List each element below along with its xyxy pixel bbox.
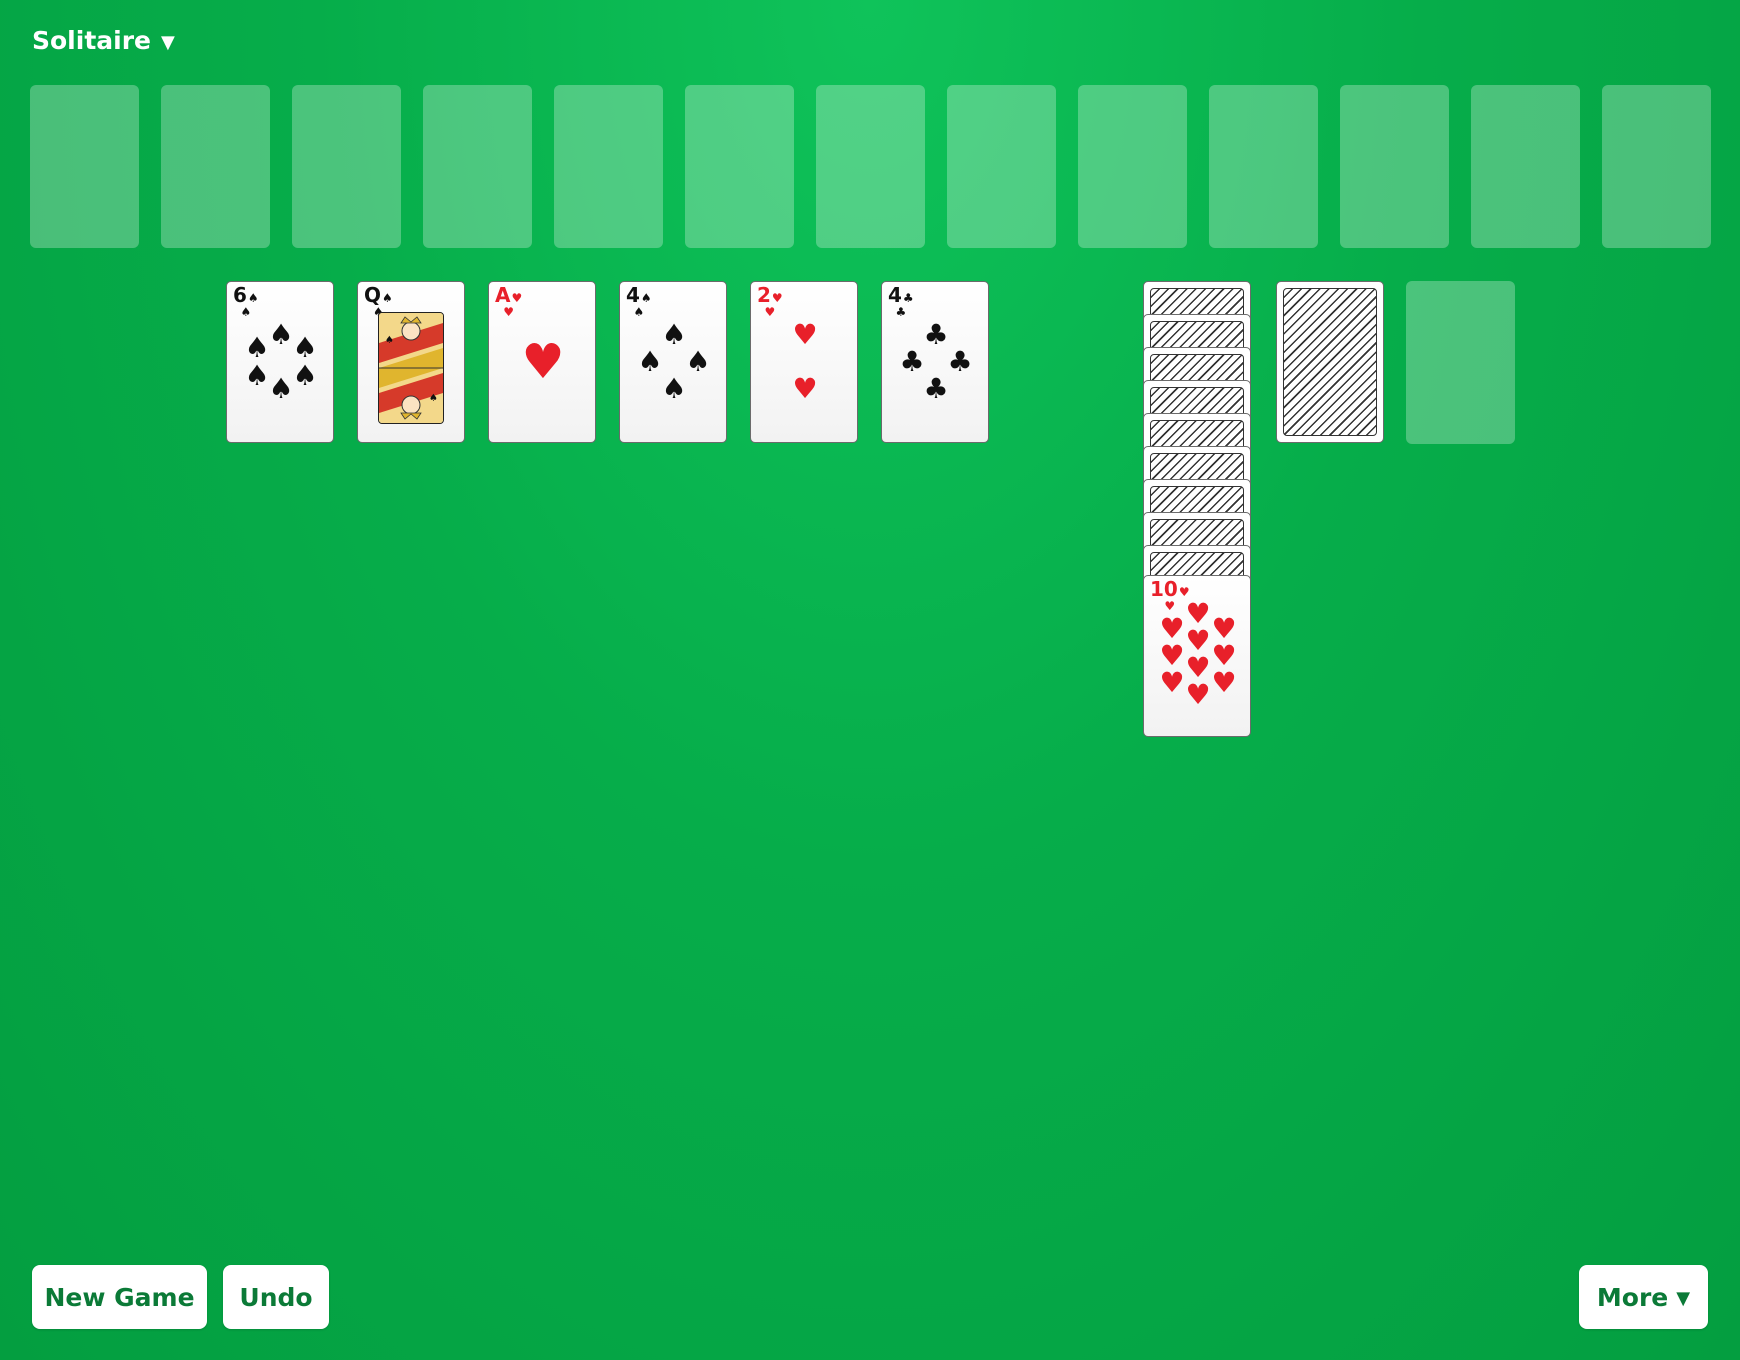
foundation-slot[interactable] [292, 85, 401, 248]
new-game-button[interactable]: New Game [32, 1265, 207, 1329]
spades-pip-icon: ♠ [268, 318, 294, 351]
foundation-slot[interactable] [423, 85, 532, 248]
foundation-slot[interactable] [1078, 85, 1187, 248]
clubs-pip-icon: ♣ [947, 345, 973, 378]
spades-pip-icon: ♠ [292, 331, 318, 364]
clubs-pip-icon: ♣ [899, 345, 925, 378]
caret-down-icon: ▼ [1676, 1288, 1691, 1309]
hearts-icon: ♥ [511, 291, 523, 305]
spades-pip-icon: ♠ [268, 372, 294, 405]
undo-label: Undo [239, 1282, 313, 1312]
hearts-icon: ♥ [503, 305, 514, 319]
spades-icon: ♠ [247, 291, 259, 305]
spades-pip-icon: ♠ [685, 345, 711, 378]
card-corner-index: 6 ♠ ♠ [233, 285, 259, 318]
card-rank: 4 [888, 283, 902, 307]
hearts-pip-icon: ♥ [1211, 666, 1237, 699]
spades-icon: ♠ [633, 305, 645, 319]
foundation-slot[interactable] [161, 85, 270, 248]
card-corner-index: 10 ♥ ♥ [1150, 579, 1190, 612]
spades-icon: ♠ [382, 291, 393, 305]
svg-text:♠: ♠ [429, 393, 438, 404]
clubs-icon: ♣ [895, 305, 907, 319]
foundation-slot[interactable] [816, 85, 925, 248]
card-corner-index: A ♥ ♥ [495, 285, 522, 318]
spades-pip-icon: ♠ [637, 345, 663, 378]
hearts-pip-icon: ♥ [1185, 678, 1211, 711]
foundation-slot[interactable] [30, 85, 139, 248]
card-corner-index: 2 ♥ ♥ [757, 285, 783, 318]
foundation-slot[interactable] [1602, 85, 1711, 248]
spades-icon: ♠ [640, 291, 652, 305]
foundation-slot[interactable] [554, 85, 663, 248]
card-rank: 10 [1150, 577, 1178, 601]
card-a-of-hearts[interactable]: A ♥ ♥ ♥ [488, 281, 596, 443]
foundation-slot[interactable] [685, 85, 794, 248]
card-2-of-hearts[interactable]: 2 ♥ ♥ ♥ ♥ [750, 281, 858, 443]
foundation-slot[interactable] [947, 85, 1056, 248]
foundation-slot[interactable] [1471, 85, 1580, 248]
spades-pip-icon: ♠ [244, 331, 270, 364]
card-4-of-spades[interactable]: 4 ♠ ♠ ♠ ♠ ♠ ♠ [619, 281, 727, 443]
card-rank: A [495, 283, 511, 307]
card-q-of-spades[interactable]: Q♠♠♠♠ [357, 281, 465, 443]
foundation-slot[interactable] [1209, 85, 1318, 248]
card-corner-index: 4 ♠ ♠ [626, 285, 652, 318]
stock-pile[interactable] [1276, 281, 1384, 443]
waste-slot[interactable] [1406, 281, 1515, 444]
card-10-of-hearts-pile-top[interactable]: 10 ♥ ♥ ♥ ♥ ♥ ♥ ♥ ♥ ♥ ♥ ♥ ♥ [1143, 575, 1251, 737]
more-button[interactable]: More ▼ [1579, 1265, 1708, 1329]
svg-text:♠: ♠ [385, 335, 394, 346]
spades-pip-icon: ♠ [661, 318, 687, 351]
spades-pip-icon: ♠ [292, 359, 318, 392]
clubs-icon: ♣ [902, 291, 914, 305]
caret-down-icon: ▼ [161, 32, 175, 53]
card-rank: 2 [757, 283, 771, 307]
card-rank: 6 [233, 283, 247, 307]
hearts-pip-icon: ♥ [521, 334, 565, 390]
card-rank: Q [364, 283, 382, 307]
spades-pip-icon: ♠ [661, 372, 687, 405]
clubs-pip-icon: ♣ [923, 318, 949, 351]
hearts-icon: ♥ [771, 291, 783, 305]
hearts-pip-icon: ♥ [792, 372, 818, 405]
new-game-label: New Game [44, 1282, 195, 1312]
hearts-icon: ♥ [1164, 599, 1176, 613]
card-corner-index: 4 ♣ ♣ [888, 285, 914, 318]
undo-button[interactable]: Undo [223, 1265, 329, 1329]
more-label: More [1596, 1282, 1669, 1312]
game-title: Solitaire [32, 26, 151, 55]
hearts-icon: ♥ [764, 305, 776, 319]
clubs-pip-icon: ♣ [923, 372, 949, 405]
card-back-pattern [1283, 288, 1377, 436]
foundation-slot[interactable] [1340, 85, 1449, 248]
spades-pip-icon: ♠ [244, 359, 270, 392]
hearts-pip-icon: ♥ [1159, 666, 1185, 699]
game-menu-button[interactable]: Solitaire ▼ [32, 26, 175, 55]
card-4-of-clubs[interactable]: 4 ♣ ♣ ♣ ♣ ♣ ♣ [881, 281, 989, 443]
card-rank: 4 [626, 283, 640, 307]
card-6-of-spades[interactable]: 6 ♠ ♠ ♠ ♠ ♠ ♠ ♠ ♠ [226, 281, 334, 443]
spades-icon: ♠ [240, 305, 252, 319]
queen-face-art: ♠ ♠ [378, 312, 444, 424]
hearts-pip-icon: ♥ [792, 318, 818, 351]
